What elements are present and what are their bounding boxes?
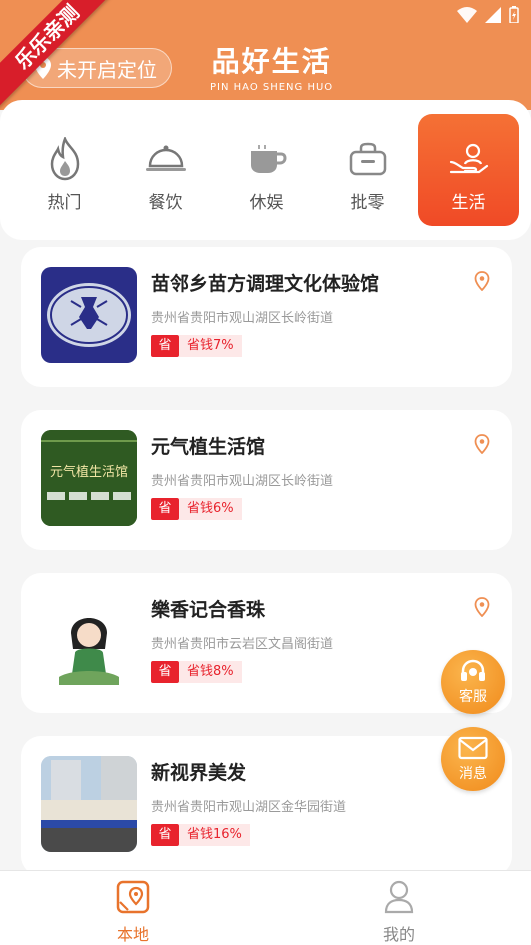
- message-label: 消息: [459, 766, 487, 782]
- user-icon: [384, 880, 414, 914]
- discount-badge: 省 省钱16%: [151, 824, 250, 846]
- svg-text:元气植生活馆: 元气植生活馆: [50, 464, 128, 480]
- shopping-bag-icon: [349, 142, 386, 176]
- store-card[interactable]: 苗邻乡苗方调理文化体验馆 贵州省贵阳市观山湖区长岭街道 省 省钱7%: [21, 247, 512, 387]
- location-label: 未开启定位: [57, 57, 157, 82]
- badge-saving: 省钱6%: [179, 498, 242, 520]
- wifi-icon: [457, 6, 477, 23]
- nav-local-label: 本地: [116, 925, 149, 944]
- discount-badge: 省 省钱6%: [151, 498, 242, 520]
- signal-icon: [485, 6, 501, 23]
- store-address: 贵州省贵阳市观山湖区长岭街道: [151, 474, 334, 489]
- message-button[interactable]: 消息: [441, 727, 505, 791]
- dining-cloche-icon: [145, 145, 186, 171]
- location-pin-icon[interactable]: [474, 434, 490, 454]
- store-address: 贵州省贵阳市观山湖区长岭街道: [151, 311, 334, 326]
- store-thumbnail: 元气植生活馆: [41, 430, 137, 526]
- mail-icon: [458, 736, 488, 760]
- category-panel: 热门 餐饮 休娱 批零 生活: [0, 100, 531, 240]
- category-dining[interactable]: 餐饮: [115, 114, 216, 226]
- battery-icon: [509, 6, 519, 23]
- coffee-cup-icon: [250, 145, 287, 173]
- category-label: 热门: [47, 193, 82, 213]
- hand-person-icon: [449, 143, 488, 174]
- store-thumbnail: [41, 593, 137, 689]
- store-card[interactable]: 新视界美发 贵州省贵阳市观山湖区金华园街道 省 省钱16%: [21, 736, 512, 876]
- badge-tag: 省: [151, 498, 179, 520]
- location-pin-icon[interactable]: [474, 271, 490, 291]
- store-address: 贵州省贵阳市观山湖区金华园街道: [151, 800, 347, 815]
- store-name: 元气植生活馆: [151, 436, 266, 458]
- badge-tag: 省: [151, 824, 179, 846]
- nav-mine[interactable]: 我的: [339, 879, 459, 945]
- store-name: 新视界美发: [151, 762, 247, 784]
- fire-icon: [50, 137, 79, 181]
- status-bar: [457, 6, 519, 23]
- discount-badge: 省 省钱7%: [151, 335, 242, 357]
- badge-tag: 省: [151, 661, 179, 683]
- customer-service-label: 客服: [459, 689, 487, 705]
- badge-saving: 省钱7%: [179, 335, 242, 357]
- category-life[interactable]: 生活: [418, 114, 519, 226]
- brand-subtitle: PIN HAO SHENG HUO: [210, 82, 334, 93]
- store-name: 樂香记合香珠: [151, 599, 266, 621]
- category-label: 生活: [451, 193, 486, 213]
- nav-mine-label: 我的: [382, 925, 415, 944]
- badge-saving: 省钱16%: [179, 824, 250, 846]
- category-leisure[interactable]: 休娱: [216, 114, 317, 226]
- store-address: 贵州省贵阳市云岩区文昌阁街道: [151, 637, 334, 652]
- headset-icon: [461, 659, 485, 681]
- store-thumbnail: [41, 756, 137, 852]
- brand-logo: 品好生活 PIN HAO SHENG HUO: [210, 40, 333, 93]
- store-name: 苗邻乡苗方调理文化体验馆: [151, 273, 380, 295]
- bottom-nav: 本地 我的: [0, 870, 531, 945]
- map-icon: [116, 880, 150, 914]
- location-pin-icon[interactable]: [474, 597, 490, 617]
- discount-badge: 省 省钱8%: [151, 661, 242, 683]
- badge-tag: 省: [151, 335, 179, 357]
- category-label: 批零: [350, 193, 385, 213]
- store-card[interactable]: 樂香记合香珠 贵州省贵阳市云岩区文昌阁街道 省 省钱8%: [21, 573, 512, 713]
- badge-saving: 省钱8%: [179, 661, 242, 683]
- brand-title: 品好生活: [211, 45, 332, 78]
- category-label: 休娱: [249, 193, 284, 213]
- category-label: 餐饮: [148, 193, 183, 213]
- category-retail[interactable]: 批零: [317, 114, 418, 226]
- store-card[interactable]: 元气植生活馆 元气植生活馆 贵州省贵阳市观山湖区长岭街道 省 省钱6%: [21, 410, 512, 550]
- category-hot[interactable]: 热门: [14, 114, 115, 226]
- store-thumbnail: [41, 267, 137, 363]
- nav-local[interactable]: 本地: [73, 879, 193, 945]
- customer-service-button[interactable]: 客服: [441, 650, 505, 714]
